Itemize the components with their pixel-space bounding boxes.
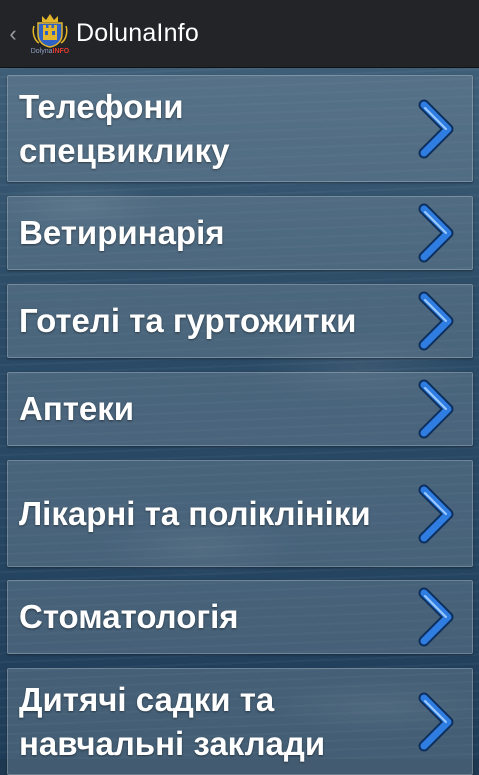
list-item-label: Телефони спецвиклику: [19, 87, 230, 169]
chevron-right-icon: [418, 203, 454, 263]
action-bar: ‹ DolynaINFO DolunaInfo: [0, 0, 479, 68]
chevron-right-icon: [418, 291, 454, 351]
app-logo[interactable]: DolynaINFO: [30, 12, 70, 56]
coat-of-arms-icon: [32, 13, 68, 48]
list-item-label: Готелі та гуртожитки: [19, 302, 357, 339]
list-item-label: Ветиринарія: [19, 214, 225, 251]
list-item-veterinary[interactable]: Ветиринарія: [7, 196, 473, 270]
chevron-right-icon: [418, 379, 454, 439]
list-item-emergency-phones[interactable]: Телефони спецвиклику: [7, 75, 473, 182]
chevron-right-icon: [418, 484, 454, 543]
back-chevron-icon[interactable]: ‹: [0, 21, 26, 47]
list-item-hotels[interactable]: Готелі та гуртожитки: [7, 284, 473, 358]
chevron-right-icon: [418, 99, 454, 158]
list-item-label: Стоматологія: [19, 598, 239, 635]
chevron-right-icon: [418, 587, 454, 647]
list-item-dentistry[interactable]: Стоматологія: [7, 580, 473, 654]
chevron-right-icon: [418, 692, 454, 751]
logo-wordmark: DolynaINFO: [30, 47, 70, 55]
list-item-pharmacies[interactable]: Аптеки: [7, 372, 473, 446]
list-item-label: Аптеки: [19, 390, 135, 427]
list-item-label: Дитячі садки та навчальні заклади: [19, 680, 326, 762]
list-item-hospitals[interactable]: Лікарні та поліклініки: [7, 460, 473, 567]
app-title: DolunaInfo: [76, 19, 199, 47]
list-item-label: Лікарні та поліклініки: [19, 494, 371, 532]
